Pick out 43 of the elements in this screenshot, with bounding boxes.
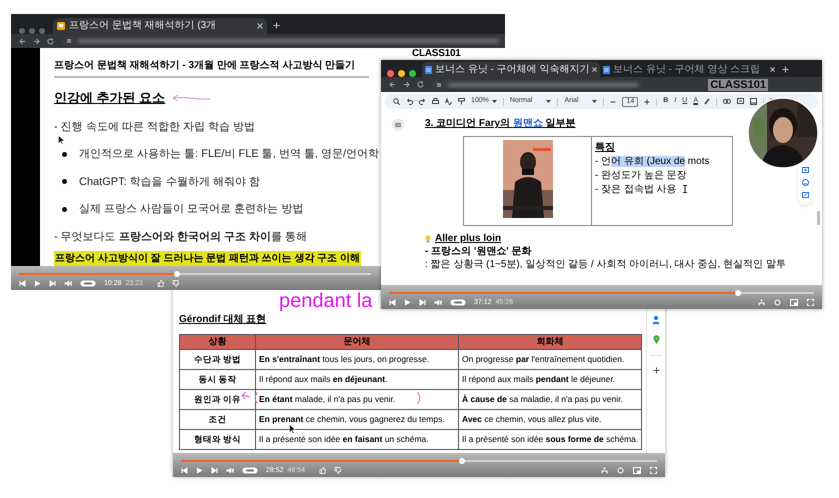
table-cell: On progresse par l'entraînement quotidien. [459,350,642,370]
table-cell: Il a présenté son idée en faisant un schéma. [256,430,459,450]
table-cell: Il répond aux mails en déjeunant. [256,370,459,390]
slide-title: 프랑스어 문법책 재해석하기 - 3개월 만에 프랑스적 사고방식 만들기 [54,58,369,78]
table-cell: En étant malade, il n'a pas pu venir. [256,390,459,410]
table-cell: En s'entraînant tous les jours, on progresse. [256,350,459,370]
slide-text: 실제 프랑스 사람들이 모국어로 훈련하는 방법 [79,202,304,217]
column-header: 회화체 [459,335,642,350]
note-text: - 언어 유희 (Jeux de mots [595,155,710,168]
section-heading: Gérondif 대체 표현 [179,313,266,326]
note-text: - 완성도가 높은 문장 [595,169,687,182]
slide-text: - 진행 속도에 따른 적합한 자립 학습 방법 [54,120,256,134]
table-cell: 조건 [180,410,256,430]
doc-text: - 프랑스의 '원맨쇼' 문화 [425,245,532,258]
notes-title: 특징 [595,141,615,154]
table-cell: 동시 동작 [180,370,256,390]
column-header: 상황 [180,335,256,350]
table-cell: 원인과 이유 [180,390,256,410]
column-header: 문어체 [256,335,459,350]
logo-text: CLASS101 [708,78,768,90]
doc-text: : 짧은 상황극 (1~5분), 일상적인 갈등 / 사회적 아이러니, 대사 중심, 현실적인 말투 [425,258,786,271]
highlighted-text: 프랑스어 사고방식이 잘 드러나는 문법 패턴과 쓰이는 생각 구조 이해 [54,251,362,266]
table-cell: 수단과 방법 [180,350,256,370]
tab-title: 프랑스어 문법책 재해석하기 (3개 [69,21,216,31]
doc-heading: 3. 코미디언 Fary의 원맨쇼 일부분 [425,117,576,130]
slide-text: 개인적으로 사용하는 툴: FLE/비 FLE 툴, 번역 툴, 영문/언어학 [79,147,380,162]
tab-title: 보너스 유닛 - 구어체에 익숙해지기 [435,64,590,74]
browser-tab[interactable]: 보너스 유닛 - 구어체 영상 스크립 [600,62,778,77]
browser-tab[interactable]: 프랑스어 문법책 재해석하기 (3개 [53,18,267,34]
logo-text: CLASS101 [412,48,461,59]
doc-subheading: Aller plus loin [435,232,502,245]
slide-text: ChatGPT: 학습을 수월하게 해줘야 함 [79,174,260,190]
slide-heading: 인강에 추가된 요소 [54,89,166,107]
table-cell: Il a présenté son idée sous forme de schéma. [459,430,642,450]
browser-tab[interactable]: 보너스 유닛 - 구어체에 익숙해지기 [422,62,600,77]
table-cell: À cause de sa maladie, il n'a pas pu venir. [459,390,642,410]
note-text: - 잦은 접속법 사용 [595,183,677,196]
table-cell: Il répond aux mails pendant le déjeuner. [459,370,642,390]
annotation-text: pendant la [279,290,372,312]
slide-text: - 무엇보다도 프랑스어와 한국어의 구조 차이를 통해 [54,230,308,244]
table-cell: 형태와 방식 [180,430,256,450]
table-cell: Avec ce chemin, vous allez plus vite. [459,410,642,430]
tab-title: 보너스 유닛 - 구어체 영상 스크립 [613,64,760,74]
